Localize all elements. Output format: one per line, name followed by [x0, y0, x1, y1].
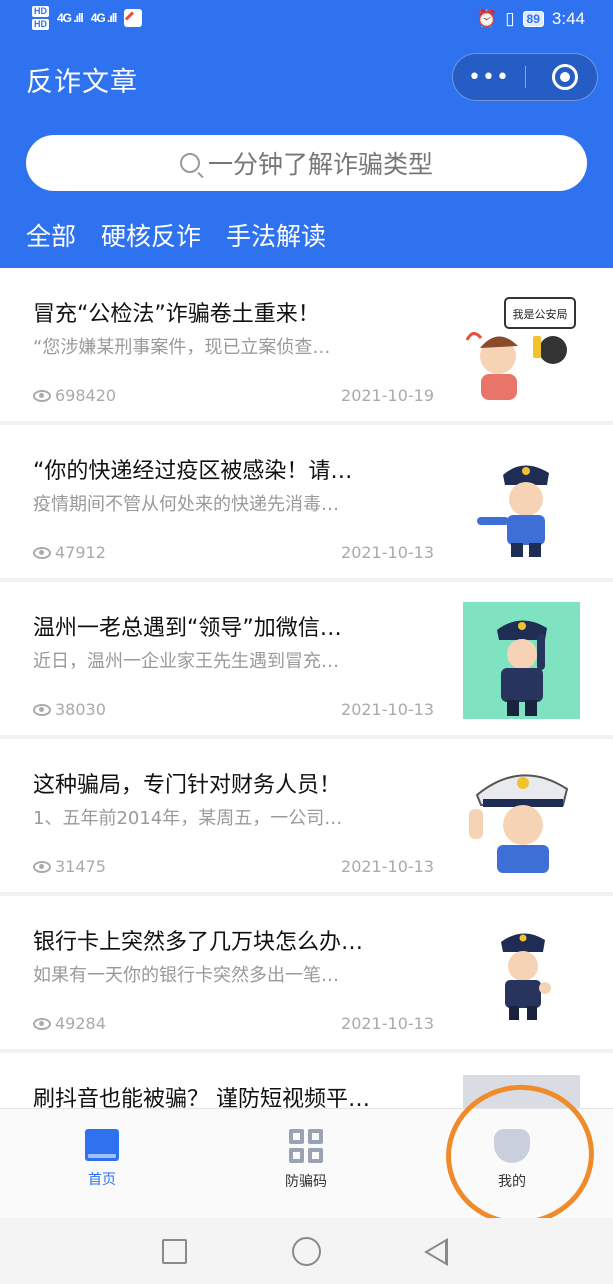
clock: 3:44 — [551, 9, 585, 28]
shield-icon — [494, 1129, 530, 1163]
article-date: 2021-10-13 — [341, 543, 434, 562]
home-button[interactable] — [292, 1237, 321, 1266]
view-count: 49284 — [33, 1014, 106, 1033]
battery-indicator: 89 — [522, 11, 544, 27]
article-thumbnail — [463, 445, 580, 562]
eye-icon — [33, 546, 51, 559]
article-date: 2021-10-19 — [341, 386, 434, 405]
status-right: ⏰ ▯ 89 3:44 — [476, 9, 585, 29]
hd-badges: HD HD — [32, 6, 49, 30]
search-placeholder: 一分钟了解诈骗类型 — [207, 150, 433, 179]
article-thumbnail — [463, 916, 580, 1033]
cartoon-police-salute-closeup — [463, 759, 580, 876]
article-card[interactable]: 银行卡上突然多了几万块怎么办… 如果有一天你的银行卡突然多出一笔… 49284 … — [0, 896, 613, 1049]
nav-label: 我的 — [498, 1174, 526, 1190]
nav-label: 首页 — [88, 1172, 116, 1188]
article-title: 温州一老总遇到“领导”加微信… — [33, 616, 342, 641]
cartoon-police-thumbs-up — [463, 916, 580, 1033]
view-count: 698420 — [33, 386, 116, 405]
article-title: 银行卡上突然多了几万块怎么办… — [33, 930, 364, 955]
view-count-value: 47912 — [55, 543, 106, 562]
article-title: 这种骗局，专门针对财务人员！ — [33, 773, 342, 798]
eye-icon — [33, 389, 51, 402]
category-tabs: 全部 硬核反诈 手法解读 — [26, 217, 326, 253]
status-left: HD HD 4G .ıll 4G .ıll — [32, 6, 143, 30]
close-miniprogram-button[interactable] — [552, 64, 578, 90]
system-navigation-bar — [0, 1218, 613, 1284]
nav-label: 防骗码 — [285, 1174, 327, 1190]
article-list: 冒充“公检法”诈骗卷土重来！ “您涉嫌某刑事案件，现已立案侦查… 698420 … — [0, 268, 613, 1108]
view-count-value: 38030 — [55, 700, 106, 719]
book-icon — [85, 1129, 119, 1161]
vibrate-icon: ▯ — [505, 9, 515, 28]
cartoon-phone-scam-illustration: 我是公安局 — [463, 288, 580, 405]
app-header: HD HD 4G .ıll 4G .ıll ⏰ ▯ 89 3:44 反诈文章 •… — [0, 0, 613, 268]
article-title: 冒充“公检法”诈骗卷土重来！ — [33, 302, 320, 327]
article-date: 2021-10-13 — [341, 700, 434, 719]
article-title: “你的快递经过疫区被感染！请… — [33, 459, 353, 484]
article-thumbnail — [463, 759, 580, 876]
search-icon — [179, 153, 200, 173]
article-summary: 疫情期间不管从何处来的快递先消毒… — [33, 494, 339, 515]
article-card[interactable]: 这种骗局，专门针对财务人员！ 1、五年前2014年，某周五，一公司… 31475… — [0, 739, 613, 892]
article-summary: “您涉嫌某刑事案件，现已立案侦查… — [33, 337, 331, 358]
article-card[interactable]: 温州一老总遇到“领导”加微信… 近日，温州一企业家王先生遇到冒充… 38030 … — [0, 582, 613, 735]
article-summary: 如果有一天你的银行卡突然多出一笔… — [33, 965, 339, 986]
hd-badge: HD — [32, 19, 49, 30]
article-title: 刷抖音也能被骗？ 谨防短视频平… — [33, 1087, 370, 1108]
bottom-navigation: 首页 防骗码 我的 — [0, 1108, 613, 1218]
article-card[interactable]: 刷抖音也能被骗？ 谨防短视频平… — [0, 1053, 613, 1108]
police-cap-photo — [463, 1075, 580, 1108]
cartoon-police-pointing — [463, 445, 580, 562]
tab-hardcore-anti-fraud[interactable]: 硬核反诈 — [101, 217, 201, 253]
eye-icon — [33, 860, 51, 873]
nav-item-mine[interactable]: 我的 — [452, 1129, 572, 1191]
article-thumbnail — [463, 1075, 580, 1108]
article-date: 2021-10-13 — [341, 857, 434, 876]
more-button[interactable]: ••• — [453, 54, 525, 100]
nav-item-anti-fraud-code[interactable]: 防骗码 — [246, 1129, 366, 1191]
view-count: 31475 — [33, 857, 106, 876]
cartoon-police-saluting — [463, 602, 580, 719]
capsule-divider — [525, 66, 526, 88]
page-title: 反诈文章 — [26, 67, 138, 98]
search-bar[interactable]: 一分钟了解诈骗类型 — [26, 135, 587, 191]
browser-icon — [124, 9, 143, 27]
nav-item-home[interactable]: 首页 — [42, 1129, 162, 1189]
view-count-value: 698420 — [55, 386, 117, 405]
article-thumbnail: 我是公安局 — [463, 288, 580, 405]
hd-badge: HD — [32, 6, 49, 17]
miniprogram-capsule: ••• — [452, 53, 598, 101]
article-summary: 近日，温州一企业家王先生遇到冒充… — [33, 651, 339, 672]
view-count-value: 31475 — [55, 857, 106, 876]
signal-icon: 4G .ıll — [90, 11, 118, 25]
qr-code-icon — [289, 1129, 323, 1163]
article-thumbnail — [463, 602, 580, 719]
view-count: 38030 — [33, 700, 106, 719]
tab-method-analysis[interactable]: 手法解读 — [226, 217, 326, 253]
view-count: 47912 — [33, 543, 106, 562]
eye-icon — [33, 1017, 51, 1030]
article-summary: 1、五年前2014年，某周五，一公司… — [33, 808, 343, 829]
svg-text:我是公安局: 我是公安局 — [513, 307, 568, 321]
article-date: 2021-10-13 — [341, 1014, 434, 1033]
more-icon: ••• — [468, 64, 510, 90]
view-count-value: 49284 — [55, 1014, 106, 1033]
tab-all[interactable]: 全部 — [26, 217, 76, 253]
article-card[interactable]: “你的快递经过疫区被感染！请… 疫情期间不管从何处来的快递先消毒… 47912 … — [0, 425, 613, 578]
back-button[interactable] — [424, 1238, 448, 1266]
status-bar: HD HD 4G .ıll 4G .ıll ⏰ ▯ 89 3:44 — [0, 0, 613, 40]
recent-apps-button[interactable] — [162, 1239, 187, 1264]
alarm-icon: ⏰ — [476, 9, 498, 28]
signal-icon: 4G .ıll — [57, 11, 84, 25]
article-card[interactable]: 冒充“公检法”诈骗卷土重来！ “您涉嫌某刑事案件，现已立案侦查… 698420 … — [0, 268, 613, 421]
eye-icon — [33, 703, 51, 716]
